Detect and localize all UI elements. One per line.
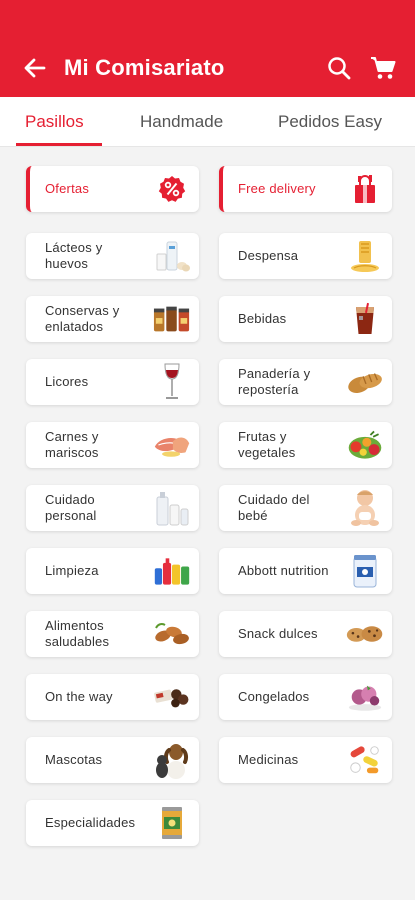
app-bar: Mi Comisariato	[0, 38, 415, 97]
category-card-conservas[interactable]: Conservas y enlatados	[26, 296, 199, 342]
cookies-icon	[346, 616, 384, 652]
category-label: Licores	[45, 374, 89, 389]
category-label: Snack dulces	[238, 626, 318, 641]
category-label: Alimentos saludables	[45, 618, 110, 649]
category-card-snack-dulces[interactable]: Snack dulces	[219, 611, 392, 657]
tab-handmade[interactable]: Handmade	[140, 112, 223, 132]
category-label: Carnes y mariscos	[45, 429, 99, 460]
category-label: Abbott nutrition	[238, 563, 329, 578]
app-title: Mi Comisariato	[64, 54, 225, 80]
personal-care-bottles-icon	[153, 490, 191, 526]
category-label: Cuidado personal	[45, 492, 97, 523]
baby-icon	[346, 490, 384, 526]
category-card-panaderia[interactable]: Panadería y repostería	[219, 359, 392, 405]
formula-can-icon	[346, 553, 384, 589]
specialty-can-icon	[153, 805, 191, 841]
canned-jars-icon	[153, 301, 191, 337]
category-card-medicinas[interactable]: Medicinas	[219, 737, 392, 783]
soda-glass-icon	[346, 301, 384, 337]
category-label: Medicinas	[238, 752, 299, 767]
category-label: Limpieza	[45, 563, 99, 578]
tab-bar: Pasillos Handmade Pedidos Easy	[0, 97, 415, 147]
category-label: Bebidas	[238, 311, 287, 326]
chocolate-icon	[153, 679, 191, 715]
tab-pasillos[interactable]: Pasillos	[25, 112, 84, 132]
category-label: Free delivery	[238, 181, 316, 196]
category-label: On the way	[45, 689, 113, 704]
category-card-abbott[interactable]: Abbott nutrition	[219, 548, 392, 594]
pasta-icon	[346, 238, 384, 274]
percent-badge-icon	[153, 171, 191, 207]
category-card-carnes[interactable]: Carnes y mariscos	[26, 422, 199, 468]
category-card-lacteos[interactable]: Lácteos y huevos	[26, 233, 199, 279]
category-card-cuidado-bebe[interactable]: Cuidado del bebé	[219, 485, 392, 531]
meat-seafood-icon	[153, 427, 191, 463]
cart-icon[interactable]	[369, 54, 397, 82]
category-label: Conservas y enlatados	[45, 303, 120, 334]
wine-glass-icon	[153, 363, 191, 400]
fruits-vegetables-icon	[346, 427, 384, 463]
category-label: Especialidades	[45, 815, 136, 830]
almonds-icon	[153, 616, 191, 652]
category-card-ofertas[interactable]: Ofertas	[26, 166, 199, 212]
gift-bag-icon	[346, 171, 384, 207]
bread-icon	[346, 364, 384, 400]
category-card-bebidas[interactable]: Bebidas	[219, 296, 392, 342]
category-label: Cuidado del bebé	[238, 492, 310, 523]
frozen-dessert-icon	[346, 679, 384, 715]
category-card-on-the-way[interactable]: On the way	[26, 674, 199, 720]
back-arrow-icon[interactable]	[22, 55, 48, 81]
tab-pedidos-easy[interactable]: Pedidos Easy	[278, 112, 382, 132]
category-card-cuidado-personal[interactable]: Cuidado personal	[26, 485, 199, 531]
search-icon[interactable]	[325, 54, 353, 82]
dairy-eggs-icon	[153, 238, 191, 274]
cleaning-products-icon	[153, 553, 191, 589]
category-card-alimentos-saludables[interactable]: Alimentos saludables	[26, 611, 199, 657]
category-label: Ofertas	[45, 181, 90, 196]
category-card-limpieza[interactable]: Limpieza	[26, 548, 199, 594]
category-label: Panadería y repostería	[238, 366, 311, 397]
category-card-especialidades[interactable]: Especialidades	[26, 800, 199, 846]
tab-indicator	[16, 143, 102, 146]
status-bar	[0, 0, 415, 38]
category-card-licores[interactable]: Licores	[26, 359, 199, 405]
dog-cat-icon	[153, 742, 191, 779]
pills-icon	[346, 742, 384, 778]
category-card-mascotas[interactable]: Mascotas	[26, 737, 199, 783]
category-label: Congelados	[238, 689, 310, 704]
category-card-frutas[interactable]: Frutas y vegetales	[219, 422, 392, 468]
category-label: Despensa	[238, 248, 299, 263]
category-card-despensa[interactable]: Despensa	[219, 233, 392, 279]
category-label: Frutas y vegetales	[238, 429, 296, 460]
category-label: Lácteos y huevos	[45, 240, 103, 271]
category-label: Mascotas	[45, 752, 103, 767]
category-card-congelados[interactable]: Congelados	[219, 674, 392, 720]
category-card-free-delivery[interactable]: Free delivery	[219, 166, 392, 212]
